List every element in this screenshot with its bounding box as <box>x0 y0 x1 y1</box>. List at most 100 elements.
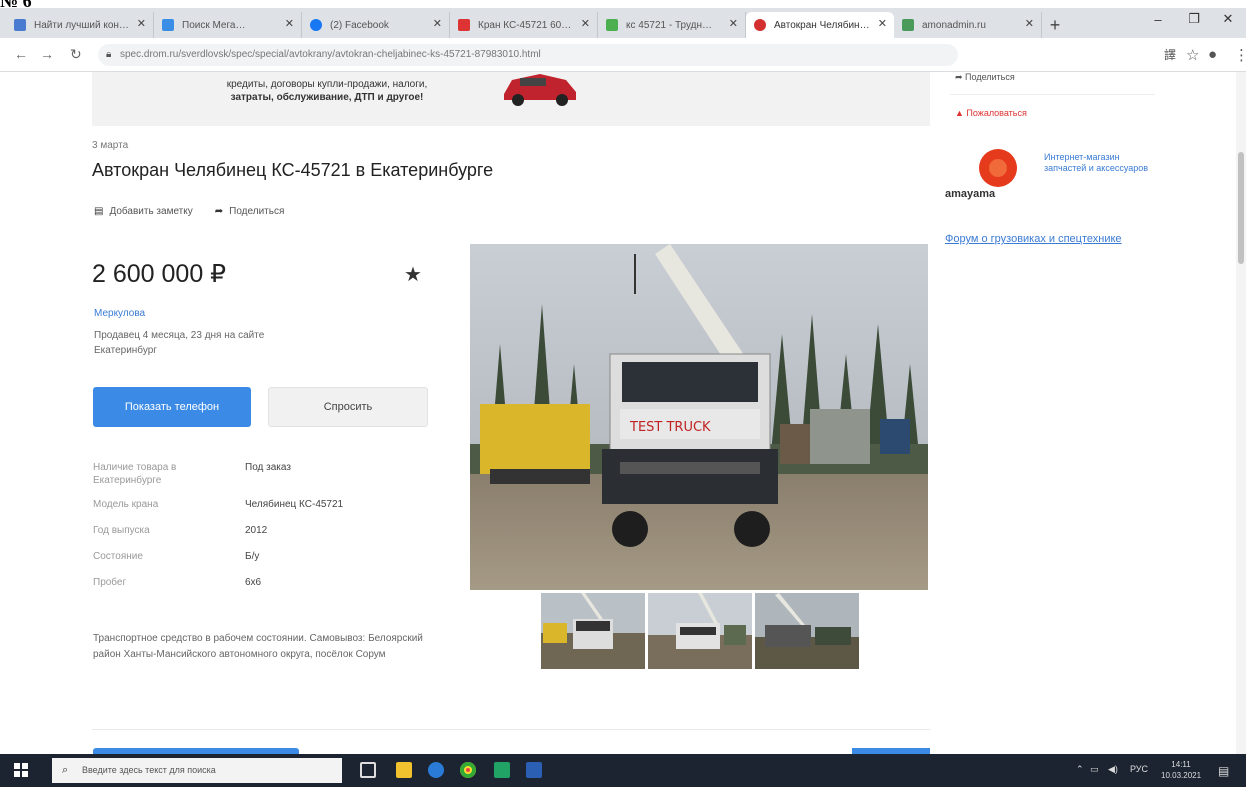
network-icon[interactable]: ▭ <box>1090 764 1099 775</box>
taskbar-search-input[interactable]: ⌕ Введите здесь текст для поиска <box>52 758 342 783</box>
word-icon[interactable] <box>526 762 542 778</box>
main-photo[interactable]: TEST TRUCK <box>470 244 928 590</box>
divider <box>92 729 930 730</box>
show-phone-button[interactable]: Показать телефон <box>93 387 251 427</box>
param-key: Наличие товара в Екатеринбурге <box>93 462 177 486</box>
banner-text: кредиты, договоры купли-продажи, налоги,… <box>202 78 452 104</box>
profile-icon[interactable]: ● <box>1208 46 1217 63</box>
param-key: Пробег <box>93 577 127 588</box>
volume-icon[interactable]: ◀) <box>1108 764 1118 775</box>
excel-icon[interactable] <box>494 762 510 778</box>
minimize-button[interactable]: – <box>1140 8 1176 30</box>
browser-tab[interactable]: Кран КС-45721 60… ✕ <box>450 12 598 38</box>
clock[interactable]: 14:11 10.03.2021 <box>1161 759 1201 781</box>
warning-icon: ▲ <box>955 108 967 118</box>
chrome-icon[interactable] <box>460 762 476 778</box>
banner-line: кредиты, договоры купли-продажи, налоги, <box>226 79 428 90</box>
note-icon: ▤ <box>94 206 104 217</box>
document-heading: № 6 <box>0 0 32 8</box>
share-link[interactable]: ➦ Поделиться <box>215 206 285 217</box>
browser-tab[interactable]: кс 45721 - Трудн… ✕ <box>598 12 746 38</box>
param-value: 6х6 <box>245 577 262 588</box>
scrollbar-thumb[interactable] <box>1238 152 1244 264</box>
listing-date: 3 марта <box>92 140 129 151</box>
thumbnail[interactable] <box>755 593 859 669</box>
browser-tab[interactable]: Найти лучший кон… ✕ <box>6 12 154 38</box>
tab-favicon <box>606 19 618 31</box>
file-explorer-icon[interactable] <box>396 762 412 778</box>
sidebar-share-link[interactable]: ➦ Поделиться <box>955 72 1015 83</box>
truck-crane-photo: TEST TRUCK <box>470 244 928 590</box>
taskbar: ⌕ Введите здесь текст для поиска ⌃ ▭ ◀) Р… <box>0 754 1246 787</box>
param-row: Год выпуска 2012 <box>93 524 433 550</box>
maximize-button[interactable]: ❐ <box>1176 8 1212 30</box>
seller-name-link[interactable]: Меркулова <box>94 308 145 319</box>
close-icon[interactable]: ✕ <box>285 17 294 30</box>
back-arrow-icon[interactable]: ← <box>14 46 28 62</box>
ad-banner[interactable]: кредиты, договоры купли-продажи, налоги,… <box>92 72 930 126</box>
browser-tab-strip: Найти лучший кон… ✕ Поиск Мега… ✕ (2) Face… <box>0 8 1246 38</box>
tab-favicon <box>310 19 322 31</box>
params-table: Наличие товара в Екатеринбурге Под заказ … <box>93 461 433 602</box>
new-tab-button[interactable]: + <box>1042 12 1068 38</box>
tab-favicon <box>14 19 26 31</box>
close-icon[interactable]: ✕ <box>137 17 146 30</box>
edge-icon[interactable] <box>428 762 444 778</box>
sidebar-share-label: Поделиться <box>965 72 1015 82</box>
menu-icon[interactable]: ⋮ <box>1234 46 1246 64</box>
thumbnail[interactable] <box>541 593 645 669</box>
param-key: Состояние <box>93 551 143 562</box>
ad-brand[interactable]: amayama <box>945 188 995 200</box>
tray-arrow-icon[interactable]: ⌃ <box>1076 764 1084 775</box>
thumbnail-image <box>648 593 752 669</box>
truck-sign: TEST TRUCK <box>629 420 711 435</box>
ad-text-link[interactable]: Интернет-магазин запчастей и аксессуаров <box>1044 152 1154 174</box>
amayama-logo-icon[interactable] <box>972 148 1024 190</box>
param-value: Под заказ <box>245 462 291 473</box>
share-label: Поделиться <box>229 206 285 217</box>
share-icon: ➦ <box>955 72 966 82</box>
param-value: Челябинец КС-45721 <box>245 499 344 510</box>
close-icon[interactable]: ✕ <box>878 17 887 30</box>
browser-tab-active[interactable]: Автокран Челябин… ✕ <box>746 12 894 38</box>
param-row: Наличие товара в Екатеринбурге Под заказ <box>93 461 433 498</box>
address-bar[interactable]: 🔒︎ spec.drom.ru/sverdlovsk/spec/special/… <box>98 44 958 66</box>
clock-time: 14:11 <box>1171 760 1191 769</box>
browser-tab[interactable]: Поиск Мега… ✕ <box>154 12 302 38</box>
thumbnail-strip <box>541 593 859 669</box>
browser-tab[interactable]: amonadmin.ru ✕ <box>894 12 1042 38</box>
thumbnail[interactable] <box>648 593 752 669</box>
close-icon[interactable]: ✕ <box>729 17 738 30</box>
reload-icon[interactable]: ↻ <box>70 46 82 63</box>
forward-arrow-icon[interactable]: → <box>40 46 54 62</box>
tab-favicon <box>458 19 470 31</box>
tab-label: Поиск Мега… <box>182 19 246 31</box>
complain-link[interactable]: ▲ Пожаловаться <box>955 108 1027 118</box>
language-indicator[interactable]: РУС <box>1130 764 1148 774</box>
listing-actions: ▤ Добавить заметку ➦ Поделиться <box>94 206 284 217</box>
bookmark-star-icon[interactable]: ☆ <box>1186 46 1199 64</box>
thumbnail-image <box>541 593 645 669</box>
favorite-star-icon[interactable]: ★ <box>404 262 422 287</box>
ask-button[interactable]: Спросить <box>268 387 428 427</box>
forum-link[interactable]: Форум о грузовиках и спецтехнике <box>945 232 1135 246</box>
close-window-button[interactable]: ✕ <box>1210 8 1246 30</box>
param-key: Модель крана <box>93 499 159 510</box>
tab-favicon <box>162 19 174 31</box>
lock-icon: 🔒︎ <box>106 49 112 60</box>
close-icon[interactable]: ✕ <box>581 17 590 30</box>
tab-label: Найти лучший кон… <box>34 19 129 31</box>
close-icon[interactable]: ✕ <box>433 17 442 30</box>
add-note-link[interactable]: ▤ Добавить заметку <box>94 206 193 217</box>
price: 2 600 000 ₽ <box>92 260 227 288</box>
add-note-label: Добавить заметку <box>109 206 193 217</box>
seller-city: Екатеринбург <box>94 345 157 356</box>
task-view-icon[interactable] <box>360 762 376 778</box>
translate-icon[interactable]: 譯 <box>1164 46 1176 63</box>
tab-label: Кран КС-45721 60… <box>478 19 572 31</box>
close-icon[interactable]: ✕ <box>1025 17 1034 30</box>
seller-info: Продавец 4 месяца, 23 дня на сайте Екате… <box>94 328 344 358</box>
notification-icon[interactable]: ▤ <box>1218 764 1229 778</box>
browser-tab[interactable]: (2) Facebook ✕ <box>302 12 450 38</box>
windows-start-icon[interactable] <box>14 763 28 777</box>
